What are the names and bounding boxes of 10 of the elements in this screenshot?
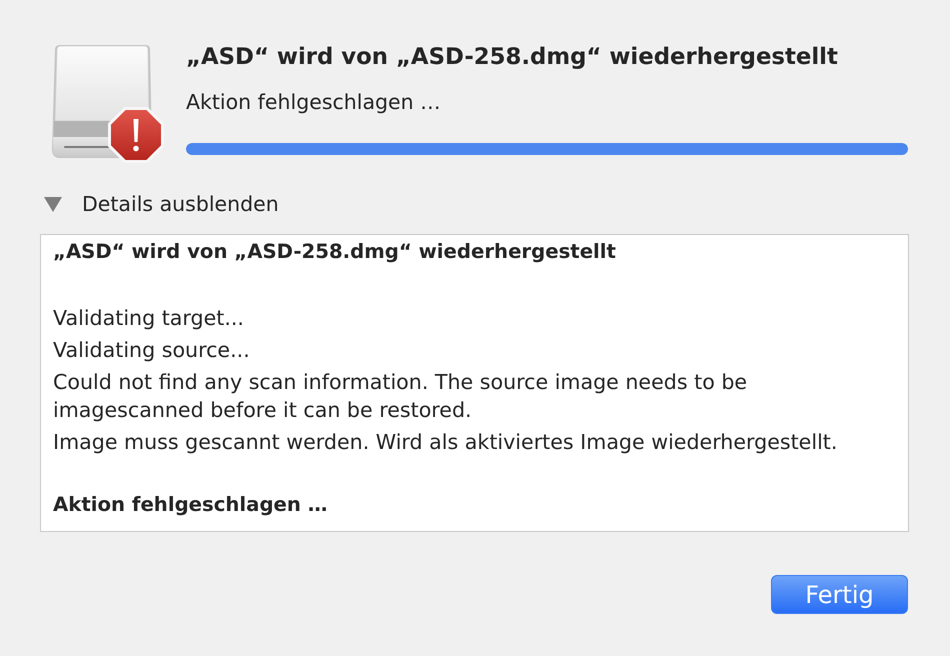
- log-status: Aktion fehlgeschlagen …: [53, 492, 328, 518]
- log-line: Validating target...: [53, 305, 245, 332]
- log-line: Image muss gescannt werden. Wird als aktiviertes Image wiederhergestellt.: [53, 429, 838, 456]
- log-heading: „ASD“ wird von „ASD-258.dmg“ wiederhergestellt: [53, 239, 617, 265]
- log-line: Could not find any scan information. The source image needs to be imagescanned before it can be restored.: [53, 369, 748, 424]
- dialog-title: „ASD“ wird von „ASD-258.dmg“ wiederhergestellt: [186, 43, 839, 71]
- status-text: Aktion fehlgeschlagen …: [186, 90, 442, 114]
- stop-sign-icon: [108, 107, 164, 163]
- log-line: Validating source...: [53, 337, 251, 364]
- details-toggle[interactable]: Details ausblenden: [44, 192, 279, 216]
